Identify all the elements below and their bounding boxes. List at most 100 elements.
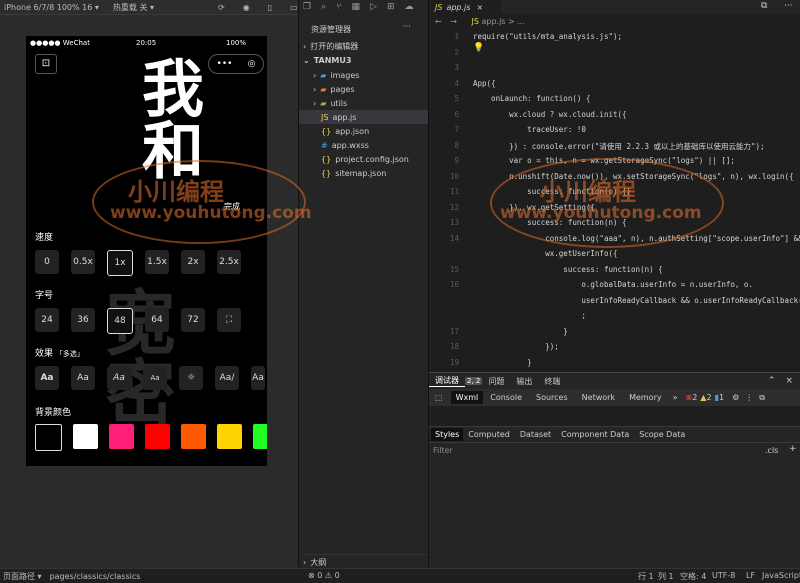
capsule-menu[interactable]: ••• ◎ bbox=[208, 54, 264, 74]
code-line[interactable]: var o = this, n = wx.getStorageSync("log… bbox=[473, 156, 735, 165]
code-line[interactable]: wx.getUserInfo({ bbox=[473, 249, 617, 258]
subtab-styles[interactable]: Styles bbox=[431, 427, 464, 441]
files-icon[interactable]: ❐ bbox=[303, 2, 311, 12]
code-line[interactable]: wx.cloud ? wx.cloud.init({ bbox=[473, 110, 626, 119]
eol[interactable]: LF bbox=[746, 571, 755, 580]
color-swatch[interactable] bbox=[253, 424, 267, 449]
page-path-label[interactable]: 页面路径 ▾ bbox=[3, 571, 42, 582]
screen-icon[interactable]: ▭ bbox=[290, 3, 298, 12]
speed-option[interactable]: 2x bbox=[181, 250, 205, 274]
more-actions-icon[interactable]: ··· bbox=[403, 22, 411, 31]
cursor-row[interactable]: 行 1 bbox=[638, 571, 654, 582]
close-icon[interactable]: ◎ bbox=[248, 59, 256, 69]
close-tab-icon[interactable]: × bbox=[476, 3, 483, 12]
lightbulb-icon[interactable]: 💡 bbox=[473, 43, 484, 53]
size-option[interactable]: 72 bbox=[181, 308, 205, 332]
folder-utils[interactable]: › ▰ utils bbox=[313, 96, 347, 110]
lock-icon[interactable]: ⊡ bbox=[35, 54, 57, 74]
tab-app-js[interactable]: JS app.js × bbox=[429, 0, 501, 14]
git-icon[interactable]: ⑂ bbox=[336, 2, 341, 12]
sun-icon[interactable]: ☼ bbox=[179, 366, 203, 390]
record-icon[interactable]: ◉ bbox=[243, 3, 250, 12]
tab-debugger[interactable]: 调试器 bbox=[429, 375, 465, 387]
size-option-selected[interactable]: 48 bbox=[107, 308, 133, 334]
debug-icon[interactable]: ▷ bbox=[370, 2, 377, 12]
file-app-js[interactable]: JS app.js bbox=[299, 110, 429, 124]
effect-plus[interactable]: Aa bbox=[71, 366, 95, 390]
file-project-config[interactable]: {} project.config.json bbox=[321, 152, 409, 166]
more-icon[interactable]: ••• bbox=[217, 59, 233, 69]
extensions-icon[interactable]: ▦ bbox=[352, 2, 361, 12]
more-panels-icon[interactable]: » bbox=[669, 393, 682, 402]
panel-wxml[interactable]: Wxml bbox=[450, 391, 484, 404]
docker-icon[interactable]: ☁ bbox=[405, 2, 414, 12]
encoding[interactable]: UTF-8 bbox=[712, 571, 735, 580]
code-line[interactable]: } bbox=[473, 358, 532, 367]
speed-option[interactable]: 1.5x bbox=[145, 250, 169, 274]
color-swatch[interactable] bbox=[181, 424, 206, 449]
effect-italic[interactable]: Aa bbox=[107, 366, 131, 390]
panel-console[interactable]: Console bbox=[483, 393, 529, 402]
speed-option-selected[interactable]: 1x bbox=[107, 250, 133, 276]
effect-slash[interactable]: Aa/ bbox=[215, 366, 239, 390]
outline-section[interactable]: › 大纲 bbox=[303, 554, 429, 569]
panel-memory[interactable]: Memory bbox=[622, 393, 669, 402]
cursor-col[interactable]: 列 1 bbox=[658, 571, 674, 582]
code-line[interactable]: onLaunch: function() { bbox=[473, 94, 590, 103]
devtools-more-icon[interactable]: ⋮ bbox=[745, 393, 753, 402]
size-option[interactable]: 64 bbox=[145, 308, 169, 332]
tab-output[interactable]: 输出 bbox=[510, 376, 538, 387]
speed-option[interactable]: 0 bbox=[35, 250, 59, 274]
folder-pages[interactable]: › ▰ pages bbox=[313, 82, 355, 96]
problems-indicator[interactable]: ⊗ 0 ⚠ 0 bbox=[308, 571, 340, 580]
file-sitemap[interactable]: {} sitemap.json bbox=[321, 166, 386, 180]
device-select[interactable]: iPhone 6/7/8 100% 16 ▾ bbox=[4, 3, 99, 12]
size-option[interactable]: 24 bbox=[35, 308, 59, 332]
code-line[interactable]: success: function(n) { bbox=[473, 265, 662, 274]
settings-icon[interactable]: ⚙ bbox=[732, 393, 739, 402]
cls-button[interactable]: .cls bbox=[765, 446, 778, 455]
subtab-scope-data[interactable]: Scope Data bbox=[634, 430, 690, 439]
phone-icon[interactable]: ▯ bbox=[268, 3, 272, 12]
language-mode[interactable]: JavaScript bbox=[762, 571, 800, 580]
color-swatch[interactable] bbox=[73, 424, 98, 449]
code-line[interactable]: App({ bbox=[473, 79, 496, 88]
search-icon[interactable]: ⌕ bbox=[321, 2, 326, 12]
color-swatch[interactable] bbox=[109, 424, 134, 449]
subtab-component-data[interactable]: Component Data bbox=[556, 430, 634, 439]
split-editor-icon[interactable]: ⧉ bbox=[761, 1, 767, 11]
subtab-computed[interactable]: Computed bbox=[463, 430, 515, 439]
color-swatch[interactable] bbox=[217, 424, 242, 449]
collapse-icon[interactable]: ⌃ bbox=[768, 376, 776, 386]
rotate-icon[interactable]: ⟳ bbox=[218, 3, 225, 12]
code-line[interactable]: require("utils/mta_analysis.js"); bbox=[473, 32, 622, 41]
tab-problems[interactable]: 问题 bbox=[482, 376, 510, 387]
add-rule-icon[interactable]: + bbox=[789, 444, 797, 454]
hot-reload-toggle[interactable]: 热重载 关 ▾ bbox=[113, 2, 154, 13]
color-swatch[interactable] bbox=[145, 424, 170, 449]
code-line[interactable]: }) : console.error("请使用 2.2.3 或以上的基础库以使用… bbox=[473, 141, 764, 152]
close-panel-icon[interactable]: × bbox=[785, 376, 793, 386]
indent-spaces[interactable]: 空格: 4 bbox=[680, 571, 706, 582]
color-swatch[interactable] bbox=[35, 424, 62, 451]
folder-images[interactable]: › ▰ images bbox=[313, 68, 359, 82]
code-line[interactable]: o.globalData.userInfo = n.userInfo, o. bbox=[473, 280, 753, 289]
size-option[interactable]: 36 bbox=[71, 308, 95, 332]
file-app-wxss[interactable]: # app.wxss bbox=[321, 138, 369, 152]
effect-small[interactable]: Aa bbox=[143, 366, 167, 390]
editor-more-icon[interactable]: ··· bbox=[784, 1, 793, 11]
dock-icon[interactable]: ⧉ bbox=[759, 393, 765, 403]
back-icon[interactable]: ← bbox=[435, 17, 442, 26]
code-line[interactable]: ; bbox=[473, 311, 586, 320]
code-line[interactable]: }); bbox=[473, 342, 559, 351]
subtab-dataset[interactable]: Dataset bbox=[515, 430, 556, 439]
file-app-json[interactable]: {} app.json bbox=[321, 124, 369, 138]
fullscreen-icon[interactable]: ⛶ bbox=[217, 308, 241, 332]
effect-more[interactable]: Aa bbox=[251, 366, 265, 390]
code-line[interactable]: } bbox=[473, 327, 568, 336]
speed-option[interactable]: 2.5x bbox=[217, 250, 241, 274]
filter-input[interactable]: Filter bbox=[433, 446, 453, 455]
code-line[interactable]: userInfoReadyCallback && o.userInfoReady… bbox=[473, 296, 800, 305]
speed-option[interactable]: 0.5x bbox=[71, 250, 95, 274]
inspect-icon[interactable]: ⬚ bbox=[435, 393, 443, 402]
